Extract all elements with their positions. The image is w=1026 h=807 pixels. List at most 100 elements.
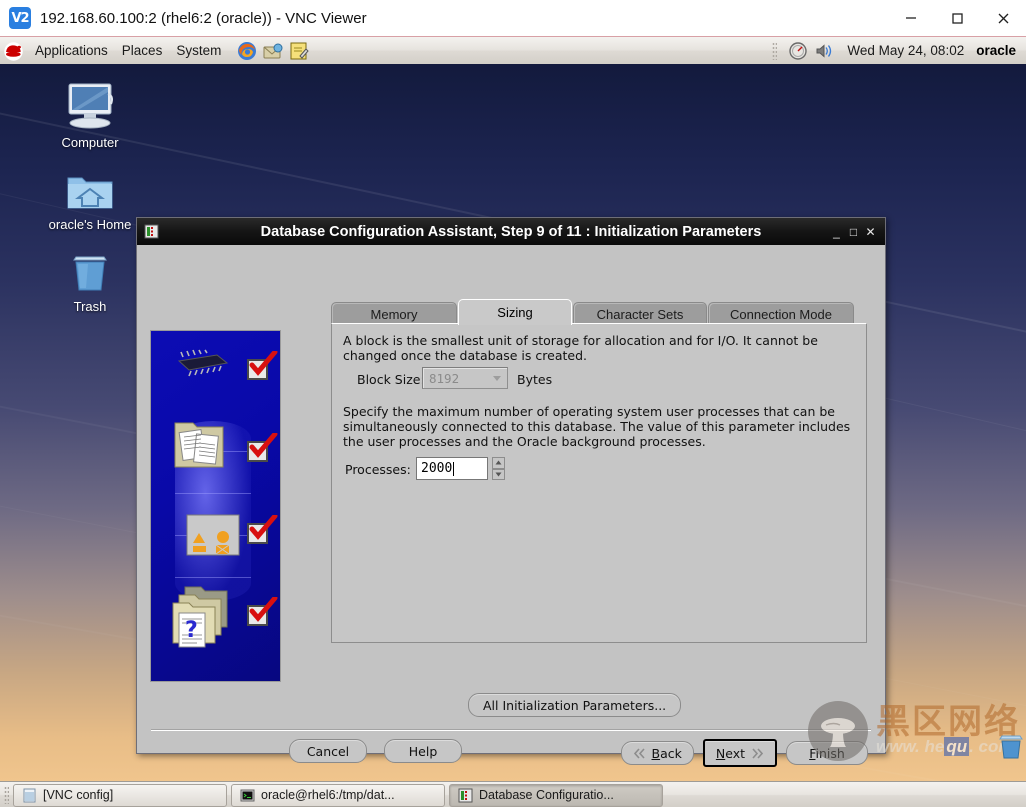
taskbar-grip[interactable] — [4, 786, 9, 804]
processes-stepper[interactable]: 2000 — [416, 457, 505, 480]
all-initialization-parameters-button-wrap: All Initialization Parameters... — [468, 693, 682, 717]
minimize-button[interactable] — [888, 0, 934, 36]
watermark: 黑区网络 www. he qu. com — [808, 701, 1020, 761]
processes-description: Specify the maximum number of operating … — [343, 404, 851, 449]
system-monitor-icon[interactable] — [787, 40, 809, 62]
taskbar-item-label: Database Configuratio... — [479, 788, 614, 802]
tab-connection-mode[interactable]: Connection Mode — [708, 302, 854, 325]
tab-memory[interactable]: Memory — [331, 302, 457, 325]
all-initialization-parameters-button[interactable]: All Initialization Parameters... — [468, 693, 682, 717]
vnc-window-controls — [888, 0, 1026, 36]
evolution-mail-icon[interactable] — [262, 40, 284, 62]
folders-question-icon: ? — [172, 586, 228, 648]
sizing-tab-panel: A block is the smallest unit of storage … — [331, 323, 867, 643]
taskbar-item-label: oracle@rhel6:/tmp/dat... — [261, 788, 395, 802]
vnc-logo-icon: V2 — [9, 7, 31, 29]
step-check-4 — [247, 597, 278, 626]
minimize-button[interactable]: _ — [828, 222, 845, 242]
taskbar-item-label: [VNC config] — [43, 788, 114, 802]
svg-text:?: ? — [185, 618, 198, 643]
watermark-chinese: 黑区网络 — [876, 702, 1020, 742]
dialog-title: Database Configuration Assistant, Step 9… — [260, 223, 762, 240]
terminal-icon — [240, 788, 255, 803]
taskbar-item-terminal[interactable]: oracle@rhel6:/tmp/dat... — [231, 783, 445, 807]
mushroom-logo-icon — [808, 701, 868, 761]
maximize-button[interactable] — [934, 0, 980, 36]
cpu-chip-icon — [177, 349, 229, 377]
next-label-rest: ext — [725, 745, 745, 761]
back-label-rest: ack — [660, 745, 682, 761]
taskbar-item-dbca[interactable]: Database Configuratio... — [449, 783, 663, 807]
text-editor-icon[interactable] — [288, 40, 310, 62]
desktop-trash-corner-icon — [999, 735, 1023, 759]
menu-places[interactable]: Places — [115, 41, 170, 60]
chevron-left-icon — [633, 747, 645, 759]
tab-sizing[interactable]: Sizing — [458, 299, 572, 325]
cancel-button[interactable]: Cancel — [289, 739, 367, 763]
step-check-1 — [247, 351, 278, 380]
processes-label: Processes: — [345, 462, 411, 477]
processes-value: 2000 — [421, 461, 453, 476]
volume-icon[interactable] — [813, 40, 835, 62]
block-size-select: 8192 — [422, 367, 508, 389]
processes-input[interactable]: 2000 — [416, 457, 488, 480]
computer-icon — [35, 80, 145, 132]
documents-icon — [174, 422, 224, 468]
block-size-unit: Bytes — [517, 372, 553, 387]
desktop-icon-computer[interactable]: Computer — [35, 80, 145, 150]
step-check-3 — [247, 515, 278, 544]
watermark-url-highlight: qu — [944, 737, 970, 756]
desktop: Computer oracle's Home Trash Database Co… — [0, 64, 1026, 781]
desktop-icon-label: oracle's Home — [48, 217, 132, 232]
block-size-description: A block is the smallest unit of storage … — [343, 333, 818, 363]
menu-system[interactable]: System — [169, 41, 228, 60]
desktop-icon-label: Trash — [73, 299, 107, 314]
trash-icon — [35, 244, 145, 296]
watermark-url-pre: www. he — [876, 737, 945, 756]
panel-grip[interactable] — [772, 41, 778, 60]
panel-clock[interactable]: Wed May 24, 08:02 — [847, 43, 964, 58]
menu-applications[interactable]: Applications — [28, 41, 115, 60]
dbca-illustration: ? — [150, 330, 281, 682]
block-size-value: 8192 — [429, 370, 460, 386]
close-button[interactable]: ✕ — [862, 222, 879, 242]
desktop-icon-trash[interactable]: Trash — [35, 244, 145, 314]
vnc-viewer-titlebar: V2 192.168.60.100:2 (rhel6:2 (oracle)) -… — [0, 0, 1026, 37]
redhat-logo-icon[interactable] — [3, 40, 24, 61]
button-separator — [151, 729, 871, 731]
help-button[interactable]: Help — [384, 739, 462, 763]
chevron-down-icon — [493, 375, 501, 381]
panel-username[interactable]: oracle — [976, 43, 1016, 58]
back-button[interactable]: Back — [620, 741, 694, 765]
spinner-up-button[interactable] — [492, 457, 505, 469]
vnc-window-title: 192.168.60.100:2 (rhel6:2 (oracle)) - VN… — [40, 9, 367, 27]
step-check-2 — [247, 433, 278, 462]
close-button[interactable] — [980, 0, 1026, 36]
maximize-button[interactable]: □ — [845, 222, 862, 242]
next-button[interactable]: Next — [702, 739, 777, 767]
dialog-left-buttons: Cancel Help — [289, 739, 462, 763]
shapes-panel-icon — [186, 514, 240, 556]
next-mnemonic: N — [715, 745, 726, 761]
dbca-icon — [144, 224, 159, 239]
window-icon — [22, 788, 37, 803]
panel-tray: Wed May 24, 08:02 oracle — [772, 40, 1026, 62]
gnome-taskbar: [VNC config] oracle@rhel6:/tmp/dat... Da… — [0, 781, 1026, 807]
taskbar-item-vnc-config[interactable]: [VNC config] — [13, 783, 227, 807]
spinner-down-button[interactable] — [492, 468, 505, 480]
desktop-icon-home[interactable]: oracle's Home — [35, 162, 145, 232]
dbca-icon — [458, 788, 473, 803]
block-size-label: Block Size: — [357, 372, 425, 387]
dialog-body: ? Memory Sizing Character Sets Connectio… — [137, 245, 885, 767]
dialog-window-controls: _ □ ✕ — [828, 222, 885, 242]
home-folder-icon — [35, 162, 145, 214]
dbca-dialog: Database Configuration Assistant, Step 9… — [136, 217, 886, 767]
tab-character-sets[interactable]: Character Sets — [573, 302, 707, 325]
text-caret — [453, 461, 455, 476]
desktop-icon-label: Computer — [61, 135, 119, 150]
firefox-icon[interactable] — [236, 40, 258, 62]
screen: V2 192.168.60.100:2 (rhel6:2 (oracle)) -… — [0, 0, 1026, 807]
dialog-titlebar: Database Configuration Assistant, Step 9… — [137, 218, 885, 245]
gnome-top-panel: Applications Places System Wed May 24, 0… — [0, 37, 1026, 65]
back-mnemonic: B — [651, 745, 661, 761]
